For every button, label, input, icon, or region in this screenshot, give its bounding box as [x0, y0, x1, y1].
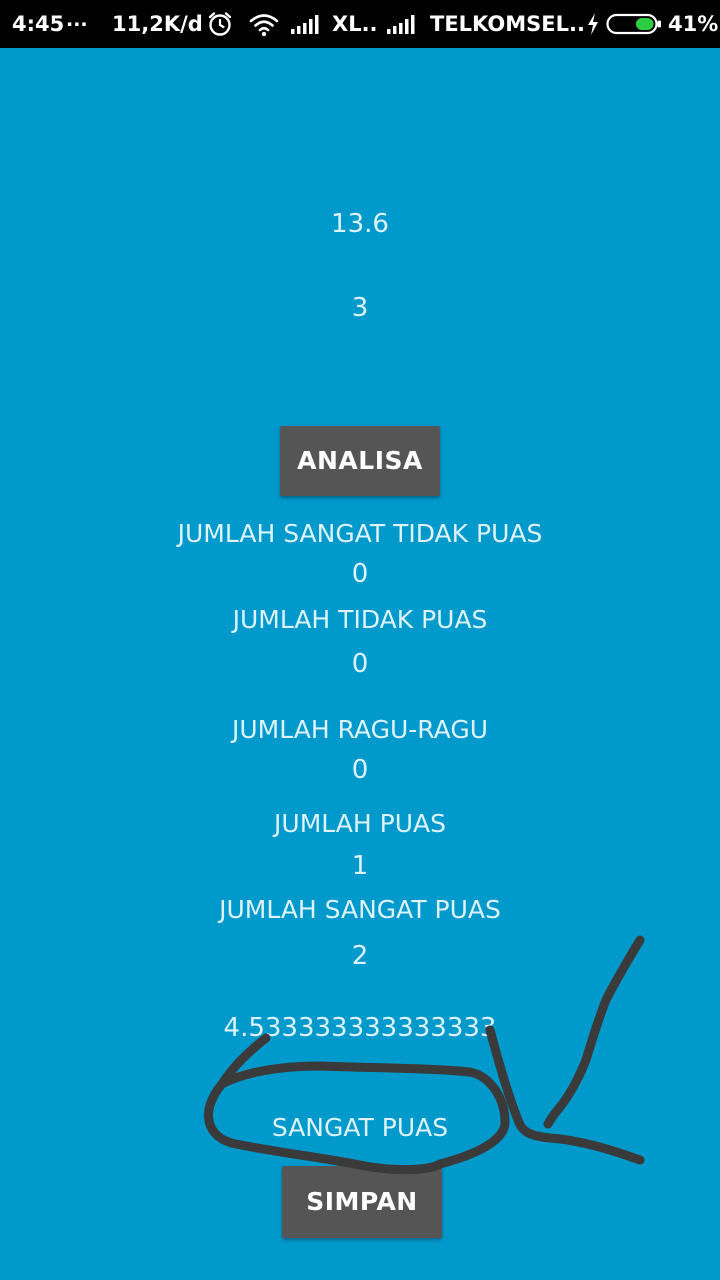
value-top-1: 13.6: [331, 209, 389, 239]
average-score: 4.533333333333333: [223, 1013, 497, 1043]
notification-dots: ...: [66, 9, 88, 31]
alarm-icon: [206, 0, 234, 48]
analyze-button[interactable]: ANALISA: [280, 426, 440, 496]
count-value-satisfied: 1: [351, 851, 369, 881]
count-value-unsatisfied: 0: [351, 649, 369, 679]
count-label-very-unsatisfied: JUMLAH SANGAT TIDAK PUAS: [177, 519, 543, 548]
status-bar: 4:45 ... 11,2K/d XL.. TELKOMSEL.. 41%: [0, 0, 720, 48]
signal-icon: [290, 0, 324, 48]
carrier-2: TELKOMSEL..: [430, 12, 585, 36]
main-content: 13.6 3 ANALISA JUMLAH SANGAT TIDAK PUAS …: [0, 48, 720, 1280]
battery-percent: 41%: [668, 12, 719, 36]
count-label-very-satisfied: JUMLAH SANGAT PUAS: [219, 895, 501, 924]
signal-icon: [386, 0, 420, 48]
wifi-icon: [248, 0, 280, 48]
status-time: 4:45: [12, 12, 65, 36]
count-value-very-unsatisfied: 0: [351, 559, 369, 589]
network-speed: 11,2K/d: [112, 12, 203, 36]
value-top-2: 3: [351, 293, 369, 323]
count-value-doubtful: 0: [351, 755, 369, 785]
count-value-very-satisfied: 2: [351, 941, 369, 971]
carrier-1: XL..: [332, 12, 378, 36]
count-label-doubtful: JUMLAH RAGU-RAGU: [232, 715, 488, 744]
result-text: SANGAT PUAS: [271, 1113, 449, 1142]
charging-icon: [586, 0, 600, 48]
save-button[interactable]: SIMPAN: [282, 1166, 442, 1238]
count-label-unsatisfied: JUMLAH TIDAK PUAS: [232, 605, 488, 634]
battery-icon: [606, 0, 662, 48]
count-label-satisfied: JUMLAH PUAS: [274, 809, 446, 838]
